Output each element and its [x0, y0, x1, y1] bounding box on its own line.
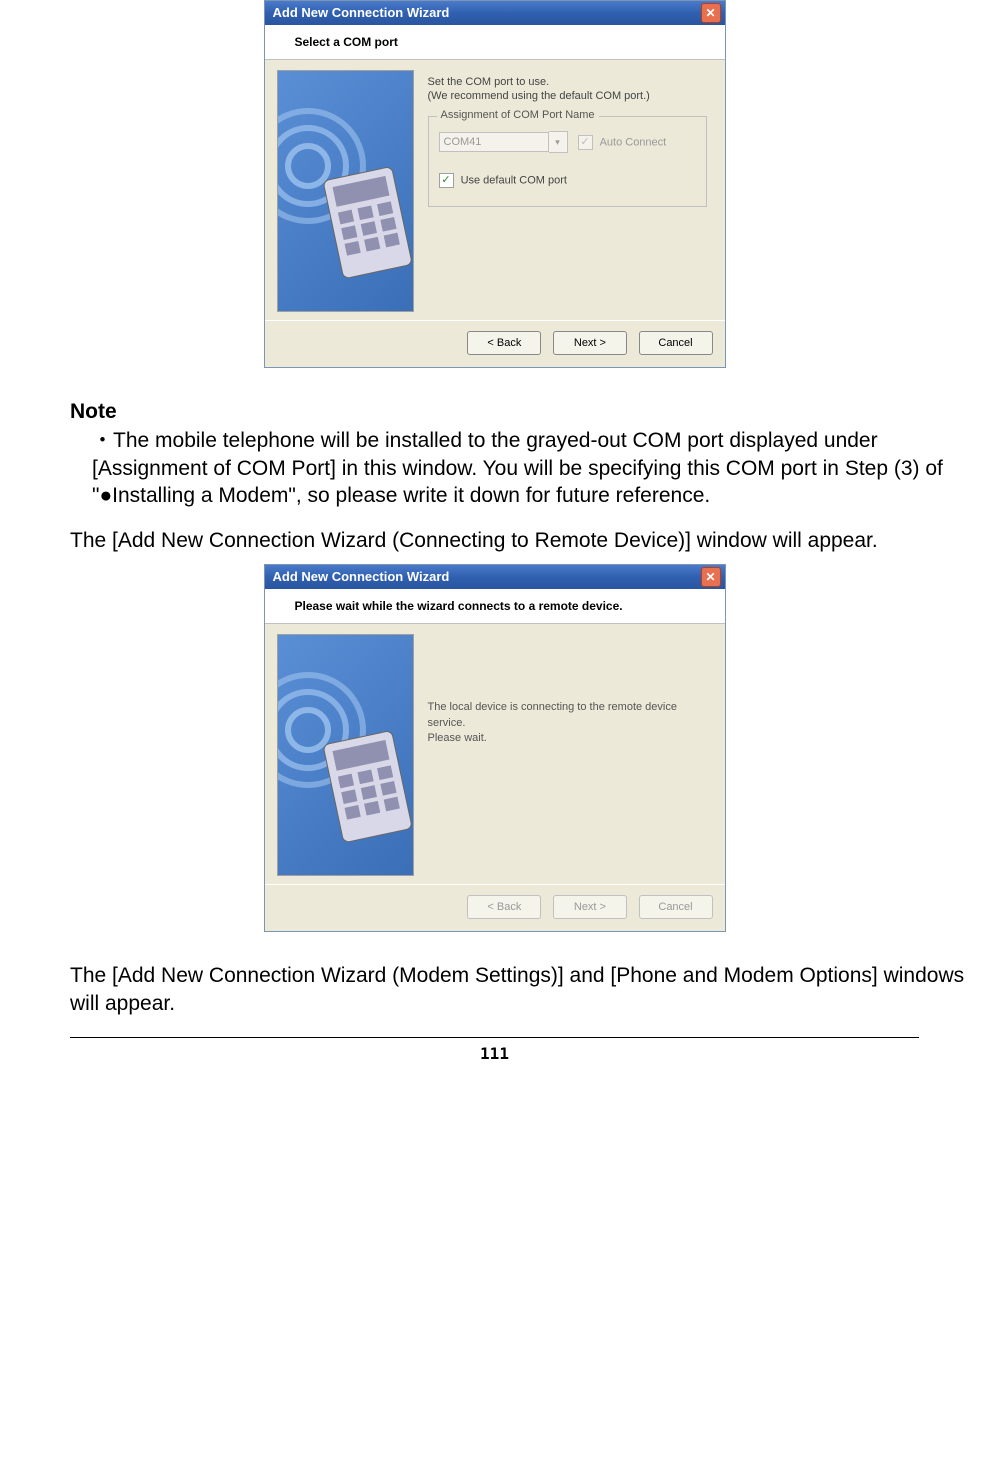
wizard-dialog-connecting: Add New Connection Wizard ✕ Please wait … — [264, 564, 726, 932]
wizard-subtitle: Select a COM port — [265, 25, 725, 60]
button-bar: < Back Next > Cancel — [265, 884, 725, 931]
instruction-line1: Set the COM port to use. — [428, 76, 707, 88]
button-bar: < Back Next > Cancel — [265, 320, 725, 367]
fieldset-legend: Assignment of COM Port Name — [437, 109, 599, 121]
titlebar[interactable]: Add New Connection Wizard ✕ — [265, 565, 725, 589]
chevron-down-icon: ▾ — [555, 137, 560, 148]
wizard-side-graphic — [277, 70, 414, 312]
combo-dropdown-button[interactable]: ▾ — [549, 131, 568, 153]
use-default-option[interactable]: ✓ Use default COM port — [439, 173, 696, 188]
dialog-body: Set the COM port to use. (We recommend u… — [265, 60, 725, 320]
note-body: ・The mobile telephone will be installed … — [70, 427, 980, 509]
footer-divider — [70, 1037, 919, 1038]
status-line1: The local device is connecting to the re… — [428, 700, 707, 731]
window-title: Add New Connection Wizard — [273, 1, 450, 25]
cancel-button[interactable]: Cancel — [639, 895, 713, 919]
use-default-label: Use default COM port — [461, 175, 567, 187]
right-pane: The local device is connecting to the re… — [414, 634, 713, 876]
back-button[interactable]: < Back — [467, 331, 541, 355]
wizard-side-graphic — [277, 634, 414, 876]
instruction-line2: (We recommend using the default COM port… — [428, 90, 707, 102]
cancel-button[interactable]: Cancel — [639, 331, 713, 355]
checkmark-icon: ✓ — [580, 137, 589, 148]
paragraph-2-block: The [Add New Connection Wizard (Modem Se… — [0, 952, 980, 1027]
auto-connect-label: Auto Connect — [600, 136, 667, 148]
wizard-dialog-com-port: Add New Connection Wizard ✕ Select a COM… — [264, 0, 726, 368]
note-heading: Note — [70, 398, 980, 425]
paragraph-2: The [Add New Connection Wizard (Modem Se… — [70, 962, 980, 1017]
checkmark-icon: ✓ — [441, 175, 450, 186]
close-icon[interactable]: ✕ — [701, 567, 721, 587]
auto-connect-checkbox[interactable]: ✓ — [578, 135, 593, 150]
auto-connect-option[interactable]: ✓ Auto Connect — [578, 135, 667, 150]
next-button[interactable]: Next > — [553, 331, 627, 355]
next-button[interactable]: Next > — [553, 895, 627, 919]
com-port-combo[interactable]: COM41 ▾ — [439, 131, 568, 153]
titlebar[interactable]: Add New Connection Wizard ✕ — [265, 1, 725, 25]
status-line2: Please wait. — [428, 731, 707, 746]
page-number: 111 — [0, 1044, 989, 1063]
dialog-body: The local device is connecting to the re… — [265, 624, 725, 884]
right-pane: Set the COM port to use. (We recommend u… — [414, 70, 713, 312]
com-port-value: COM41 — [439, 132, 549, 152]
use-default-checkbox[interactable]: ✓ — [439, 173, 454, 188]
com-port-fieldset: Assignment of COM Port Name COM41 ▾ ✓ Au… — [428, 116, 707, 207]
paragraph-1: The [Add New Connection Wizard (Connecti… — [70, 527, 980, 554]
wizard-subtitle: Please wait while the wizard connects to… — [265, 589, 725, 624]
note-block: Note ・The mobile telephone will be insta… — [0, 388, 980, 564]
back-button[interactable]: < Back — [467, 895, 541, 919]
close-icon[interactable]: ✕ — [701, 3, 721, 23]
window-title: Add New Connection Wizard — [273, 565, 450, 589]
